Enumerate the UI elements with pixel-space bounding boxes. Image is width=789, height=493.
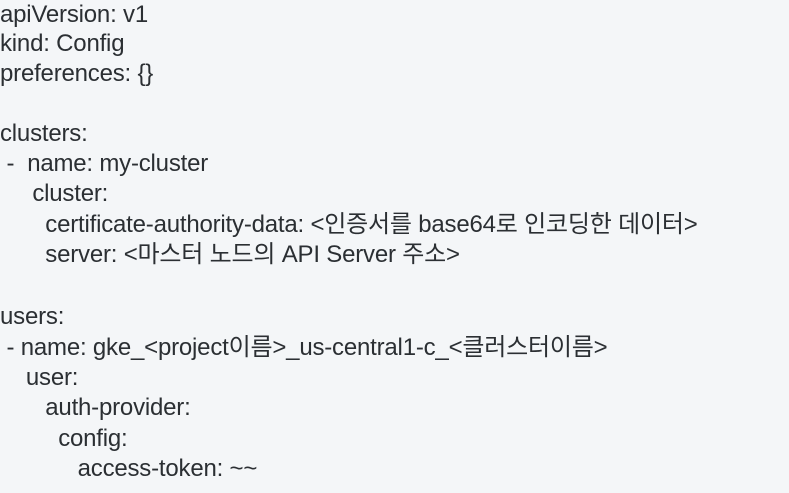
code-line: access-token: ~~ [0,455,258,482]
code-line: - name: gke_<project이름>_us-central1-c_<클… [0,334,608,361]
code-line: apiVersion: v1 [0,1,148,28]
code-line: preferences: {} [0,60,154,87]
code-line: certificate-authority-data: <인증서를 base64… [0,211,698,238]
code-line: - name: my-cluster [0,150,209,177]
code-line: user: [0,364,79,391]
code-line: server: <마스터 노드의 API Server 주소> [0,241,460,268]
yaml-code-block: apiVersion: v1 kind: Config preferences:… [0,0,789,493]
code-line: config: [0,425,128,452]
code-line: auth-provider: [0,394,191,421]
code-line: kind: Config [0,30,125,57]
code-line: cluster: [0,180,109,207]
code-line: users: [0,303,65,330]
code-line: clusters: [0,120,88,147]
